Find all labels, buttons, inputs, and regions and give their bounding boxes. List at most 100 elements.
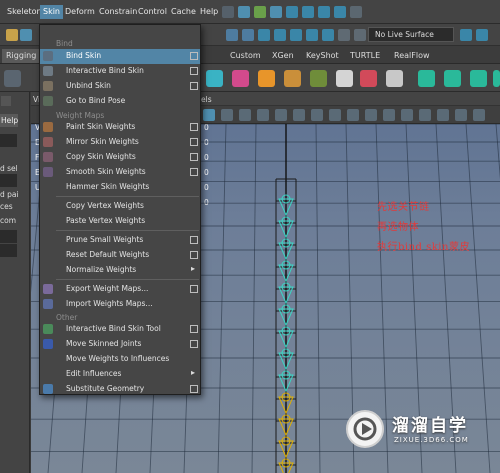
menu-item-reset-default-weights[interactable]: Reset Default Weights — [40, 248, 200, 263]
shelf-tab-realflow[interactable]: RealFlow — [390, 49, 434, 63]
construction-history-icon[interactable] — [242, 29, 254, 41]
shelf-tab-keyshot[interactable]: KeyShot — [302, 49, 343, 63]
snap-curve-icon[interactable] — [286, 6, 298, 18]
snap-plane-icon[interactable] — [290, 29, 302, 41]
input-ops-icon[interactable] — [226, 29, 238, 41]
snap-toggle-icon[interactable] — [222, 6, 234, 18]
live-surface-field[interactable]: No Live Surface — [368, 27, 454, 42]
shelf-tab-custom[interactable]: Custom — [226, 49, 265, 63]
ipr-render-icon[interactable] — [476, 29, 488, 41]
exposure-icon[interactable] — [383, 109, 395, 121]
menu-item-mirror-skin-weights[interactable]: Mirror Skin Weights — [40, 135, 200, 150]
resolution-gate-icon[interactable] — [419, 109, 431, 121]
live-object-icon[interactable] — [354, 29, 366, 41]
menu-item-export-weight-maps[interactable]: Export Weight Maps... — [40, 282, 200, 297]
menu-item-hammer-skin-weights[interactable]: Hammer Skin Weights — [40, 180, 200, 195]
shelf-ik-icon[interactable] — [444, 70, 461, 87]
menu-item-interactive-bind-skin-tool[interactable]: Interactive Bind Skin Tool — [40, 322, 200, 337]
shelf-texture-icon[interactable] — [284, 70, 301, 87]
shelf-box-icon[interactable] — [258, 70, 275, 87]
shelf-rig-icon[interactable] — [206, 70, 223, 87]
safe-action-icon[interactable] — [455, 109, 467, 121]
shelf-script-icon[interactable] — [310, 70, 327, 87]
option-box[interactable] — [190, 325, 198, 333]
shelf-more-icon[interactable] — [493, 70, 500, 87]
lights-icon[interactable] — [293, 109, 305, 121]
menu-constrain[interactable]: Constrain — [96, 5, 140, 19]
menu-item-edit-influences[interactable]: Edit Influences ▸ — [40, 367, 200, 382]
snap-projected-icon[interactable] — [306, 29, 318, 41]
menu-skin[interactable]: Skin — [40, 5, 64, 19]
shelf-skin-icon[interactable] — [470, 70, 487, 87]
menu-item-paint-skin-weights[interactable]: Paint Skin Weights — [40, 120, 200, 135]
symmetry-icon[interactable] — [338, 29, 350, 41]
menu-item-go-to-bind-pose[interactable]: Go to Bind Pose — [40, 94, 200, 109]
menu-item-interactive-bind-skin[interactable]: Interactive Bind Skin — [40, 64, 200, 79]
menu-item-normalize-weights[interactable]: Normalize Weights ▸ — [40, 263, 200, 278]
snap-edge-icon[interactable] — [322, 29, 334, 41]
menu-item-move-skinned-joints[interactable]: Move Skinned Joints — [40, 337, 200, 352]
option-box[interactable] — [190, 168, 198, 176]
option-box[interactable] — [190, 52, 198, 60]
option-box[interactable] — [190, 340, 198, 348]
wireframe-icon[interactable] — [239, 109, 251, 121]
menu-help[interactable]: Help — [197, 5, 221, 19]
color-mgmt-icon[interactable] — [401, 109, 413, 121]
option-box[interactable] — [190, 251, 198, 259]
grid-toggle-icon[interactable] — [221, 109, 233, 121]
panel-field[interactable] — [0, 244, 17, 257]
option-box[interactable] — [190, 153, 198, 161]
render-icon[interactable] — [460, 29, 472, 41]
menu-item-copy-skin-weights[interactable]: Copy Skin Weights — [40, 150, 200, 165]
xray-icon[interactable] — [329, 109, 341, 121]
shelf-tab-rigging[interactable]: Rigging — [2, 49, 41, 63]
menu-cache[interactable]: Cache — [168, 5, 199, 19]
shelf-menu-icon[interactable] — [4, 70, 21, 87]
snap-grid-icon[interactable] — [270, 6, 282, 18]
snap-live-icon[interactable] — [274, 29, 286, 41]
select-hierarchy-icon[interactable] — [254, 6, 266, 18]
shaded-icon[interactable] — [257, 109, 269, 121]
shelf-orient-icon[interactable] — [386, 70, 403, 87]
shelf-joint-icon[interactable] — [418, 70, 435, 87]
option-box[interactable] — [190, 236, 198, 244]
option-box[interactable] — [190, 123, 198, 131]
menu-deform[interactable]: Deform — [62, 5, 98, 19]
menu-item-move-weights-to-influences[interactable]: Move Weights to Influences — [40, 352, 200, 367]
panel-field[interactable] — [0, 174, 17, 187]
snap-together-icon[interactable] — [258, 29, 270, 41]
shelf-paint-icon[interactable] — [336, 70, 353, 87]
snap-view-icon[interactable] — [318, 6, 330, 18]
option-box[interactable] — [190, 82, 198, 90]
shelf-cube-icon[interactable] — [232, 70, 249, 87]
menu-item-prune-small-weights[interactable]: Prune Small Weights — [40, 233, 200, 248]
menu-item-bind-skin[interactable]: Bind Skin — [40, 49, 200, 64]
help-tab[interactable]: Help — [0, 114, 18, 127]
snap-surface-icon[interactable] — [334, 6, 346, 18]
film-gate-icon[interactable] — [437, 109, 449, 121]
menu-item-import-weights-maps[interactable]: Import Weights Maps... — [40, 297, 200, 312]
option-box[interactable] — [190, 385, 198, 393]
select-mode-icon[interactable] — [238, 6, 250, 18]
snap-point-icon[interactable] — [302, 6, 314, 18]
menu-item-copy-vertex-weights[interactable]: Copy Vertex Weights — [40, 199, 200, 214]
new-scene-icon[interactable] — [6, 29, 18, 41]
option-box[interactable] — [190, 67, 198, 75]
open-scene-icon[interactable] — [20, 29, 32, 41]
make-live-icon[interactable] — [350, 6, 362, 18]
shelf-tab-xgen[interactable]: XGen — [268, 49, 298, 63]
shelf-grid-icon[interactable] — [360, 70, 377, 87]
panel-field[interactable] — [0, 134, 17, 147]
option-box[interactable] — [190, 138, 198, 146]
menu-item-unbind-skin[interactable]: Unbind Skin — [40, 79, 200, 94]
gamma-icon[interactable] — [365, 109, 377, 121]
menu-item-substitute-geometry[interactable]: Substitute Geometry — [40, 382, 200, 395]
menu-item-smooth-skin-weights[interactable]: Smooth Skin Weights — [40, 165, 200, 180]
viewport-panels-menu[interactable]: els — [201, 95, 212, 104]
menu-item-paste-vertex-weights[interactable]: Paste Vertex Weights — [40, 214, 200, 229]
shelf-tab-turtle[interactable]: TURTLE — [346, 49, 384, 63]
field-chart-icon[interactable] — [473, 109, 485, 121]
isolate-icon[interactable] — [347, 109, 359, 121]
menu-skeleton[interactable]: Skeleton — [4, 5, 45, 19]
panel-icon[interactable] — [1, 96, 11, 106]
